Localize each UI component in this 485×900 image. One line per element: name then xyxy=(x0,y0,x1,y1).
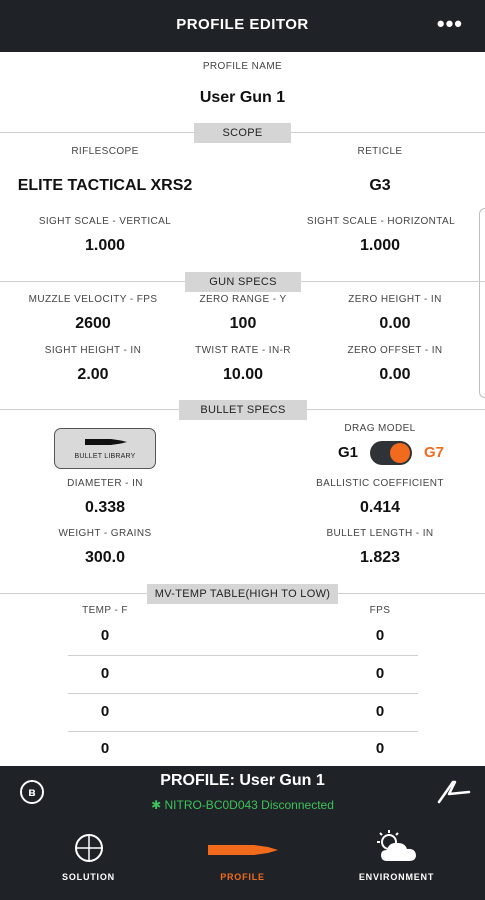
sight-height-field[interactable]: 2.00 xyxy=(43,366,143,384)
bullet-length-field[interactable]: 1.823 xyxy=(330,549,430,567)
bullet-icon xyxy=(207,845,278,855)
diameter-label: DIAMETER - IN xyxy=(67,478,143,489)
row-divider xyxy=(68,731,418,732)
mv-row-fps[interactable]: 0 xyxy=(330,627,430,644)
bullet-length-label: BULLET LENGTH - IN xyxy=(326,528,434,539)
nav-profile[interactable]: PROFILE xyxy=(162,820,323,900)
zero-height-label: ZERO HEIGHT - IN xyxy=(348,294,442,305)
profile-name-label: PROFILE NAME xyxy=(202,61,283,72)
bullet-library-label: BULLET LIBRARY xyxy=(74,453,136,460)
twist-rate-field[interactable]: 10.00 xyxy=(193,366,293,384)
muzzle-velocity-field[interactable]: 2600 xyxy=(43,315,143,333)
nav-solution-label: SOLUTION xyxy=(62,872,115,882)
mv-row-fps[interactable]: 0 xyxy=(330,740,430,757)
profile-name-field[interactable]: User Gun 1 xyxy=(0,89,485,107)
bullet-library-button[interactable]: BULLET LIBRARY xyxy=(54,428,156,469)
bullet-specs-section-header: BULLET SPECS xyxy=(179,400,307,420)
mv-row-temp[interactable]: 0 xyxy=(55,740,155,757)
profile-status-bar: ʙ PROFILE: User Gun 1 ✱ NITRO-BC0D043 Di… xyxy=(0,766,485,820)
zero-offset-label: ZERO OFFSET - IN xyxy=(347,345,443,356)
nav-environment-label: ENVIRONMENT xyxy=(358,872,435,882)
mv-row-temp[interactable]: 0 xyxy=(55,665,155,682)
page-title: PROFILE EDITOR xyxy=(176,16,309,33)
mv-row-fps[interactable]: 0 xyxy=(330,665,430,682)
nav-solution[interactable]: SOLUTION xyxy=(8,820,169,900)
zero-range-label: ZERO RANGE - Y xyxy=(199,294,287,305)
reticle-label: RETICLE xyxy=(357,146,403,157)
sight-scale-horizontal-label: SIGHT SCALE - HORIZONTAL xyxy=(306,216,456,227)
row-divider xyxy=(68,655,418,656)
scope-section-header: SCOPE xyxy=(194,123,291,143)
weight-label: WEIGHT - GRAINS xyxy=(58,528,152,539)
brand-logo-icon xyxy=(437,780,471,804)
weight-field[interactable]: 300.0 xyxy=(55,549,155,567)
mv-temp-section-header: MV-TEMP TABLE(HIGH TO LOW) xyxy=(147,584,338,604)
zero-offset-field[interactable]: 0.00 xyxy=(345,366,445,384)
reticle-field[interactable]: G3 xyxy=(330,177,430,195)
bullet-icon xyxy=(85,439,127,445)
temp-column-header: TEMP - F xyxy=(82,605,128,616)
more-dots-icon[interactable]: ••• xyxy=(437,13,463,35)
profile-status-title: PROFILE: User Gun 1 xyxy=(160,772,325,789)
mv-row-temp[interactable]: 0 xyxy=(55,703,155,720)
sight-scale-vertical-field[interactable]: 1.000 xyxy=(55,237,155,255)
nav-profile-label: PROFILE xyxy=(220,872,265,882)
gun-specs-section-header: GUN SPECS xyxy=(185,272,301,292)
drag-model-label: DRAG MODEL xyxy=(344,423,416,434)
toggle-knob xyxy=(390,443,410,463)
twist-rate-label: TWIST RATE - IN-R xyxy=(195,345,291,356)
row-divider xyxy=(68,693,418,694)
drag-g7-option[interactable]: G7 xyxy=(424,444,444,461)
drag-g1-option[interactable]: G1 xyxy=(338,444,358,461)
header-bar: PROFILE EDITOR ••• xyxy=(0,0,485,52)
ballistic-coefficient-field[interactable]: 0.414 xyxy=(330,499,430,517)
cloud-sun-icon xyxy=(376,830,416,861)
mv-row-temp[interactable]: 0 xyxy=(55,627,155,644)
sight-scale-vertical-label: SIGHT SCALE - VERTICAL xyxy=(38,216,172,227)
zero-range-field[interactable]: 100 xyxy=(193,315,293,333)
drag-model-toggle[interactable] xyxy=(370,441,412,465)
diameter-field[interactable]: 0.338 xyxy=(55,499,155,517)
ballistic-coefficient-label: BALLISTIC COEFFICIENT xyxy=(316,478,444,489)
sight-height-label: SIGHT HEIGHT - IN xyxy=(44,345,142,356)
side-drawer-handle[interactable] xyxy=(479,208,485,398)
mv-row-fps[interactable]: 0 xyxy=(330,703,430,720)
zero-height-field[interactable]: 0.00 xyxy=(345,315,445,333)
riflescope-field[interactable]: ELITE TACTICAL XRS2 xyxy=(5,177,205,195)
riflescope-label: RIFLESCOPE xyxy=(71,146,139,157)
connection-status: ✱ NITRO-BC0D043 Disconnected xyxy=(0,798,485,812)
connection-status-text: NITRO-BC0D043 Disconnected xyxy=(164,798,334,812)
muzzle-velocity-label: MUZZLE VELOCITY - FPS xyxy=(28,294,158,305)
fps-column-header: FPS xyxy=(369,605,391,616)
bluetooth-small-icon: ✱ xyxy=(151,798,165,812)
nav-environment[interactable]: ENVIRONMENT xyxy=(316,820,477,900)
sight-scale-horizontal-field[interactable]: 1.000 xyxy=(330,237,430,255)
crosshair-icon xyxy=(74,834,103,862)
bottom-nav: SOLUTION PROFILE ENVIRONMENT xyxy=(0,820,485,900)
